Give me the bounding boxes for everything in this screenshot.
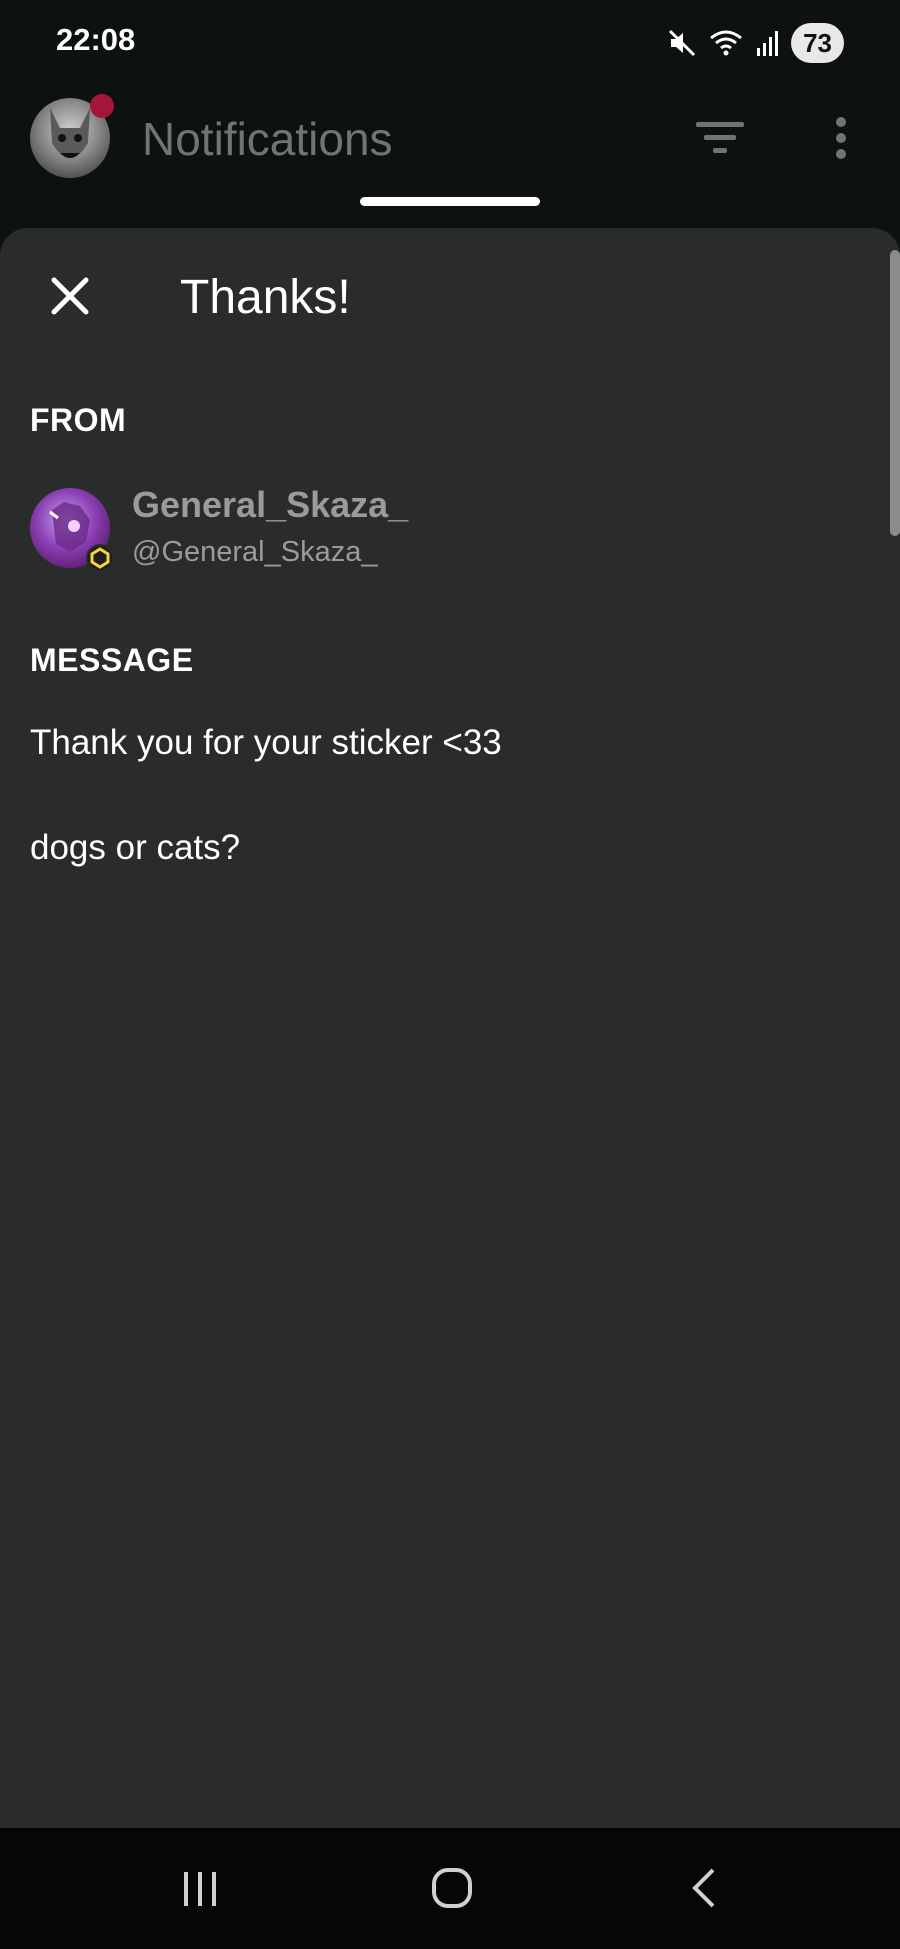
filter-icon: [696, 122, 744, 153]
from-label: FROM: [30, 402, 127, 438]
status-bar: 22:08 73: [0, 0, 900, 84]
more-options-button[interactable]: [826, 114, 856, 162]
filter-button[interactable]: [692, 114, 748, 162]
message-line: Thank you for your sticker <33: [30, 723, 502, 762]
wifi-icon: [710, 30, 743, 56]
close-button[interactable]: [46, 272, 94, 320]
recents-button[interactable]: [170, 1858, 230, 1918]
sender-display-name[interactable]: General_Skaza_: [132, 484, 408, 526]
page-title: Notifications: [142, 113, 393, 165]
message-label: MESSAGE: [30, 642, 194, 678]
status-icons: 73: [667, 22, 844, 64]
mute-icon: [669, 29, 696, 57]
more-vertical-icon: [836, 117, 846, 159]
home-button[interactable]: [422, 1858, 482, 1918]
home-icon: [432, 1868, 472, 1908]
sheet-title: Thanks!: [180, 271, 351, 324]
system-nav-bar: [0, 1828, 900, 1949]
notification-dot: [90, 94, 114, 118]
sender-handle: @General_Skaza_: [132, 536, 378, 568]
back-icon: [692, 1868, 715, 1908]
status-time: 22:08: [56, 22, 136, 57]
back-button[interactable]: [675, 1858, 735, 1918]
scrollbar-thumb[interactable]: [890, 250, 900, 536]
message-line: dogs or cats?: [30, 828, 241, 867]
battery-indicator: 73: [791, 23, 844, 63]
signal-icon: [757, 31, 779, 56]
app-header: Notifications: [0, 84, 900, 204]
notification-detail-sheet: [0, 228, 900, 1828]
close-icon: [51, 277, 89, 315]
sheet-drag-handle[interactable]: [360, 197, 540, 206]
badge-icon: [86, 544, 114, 572]
recents-icon: [184, 1872, 216, 1906]
